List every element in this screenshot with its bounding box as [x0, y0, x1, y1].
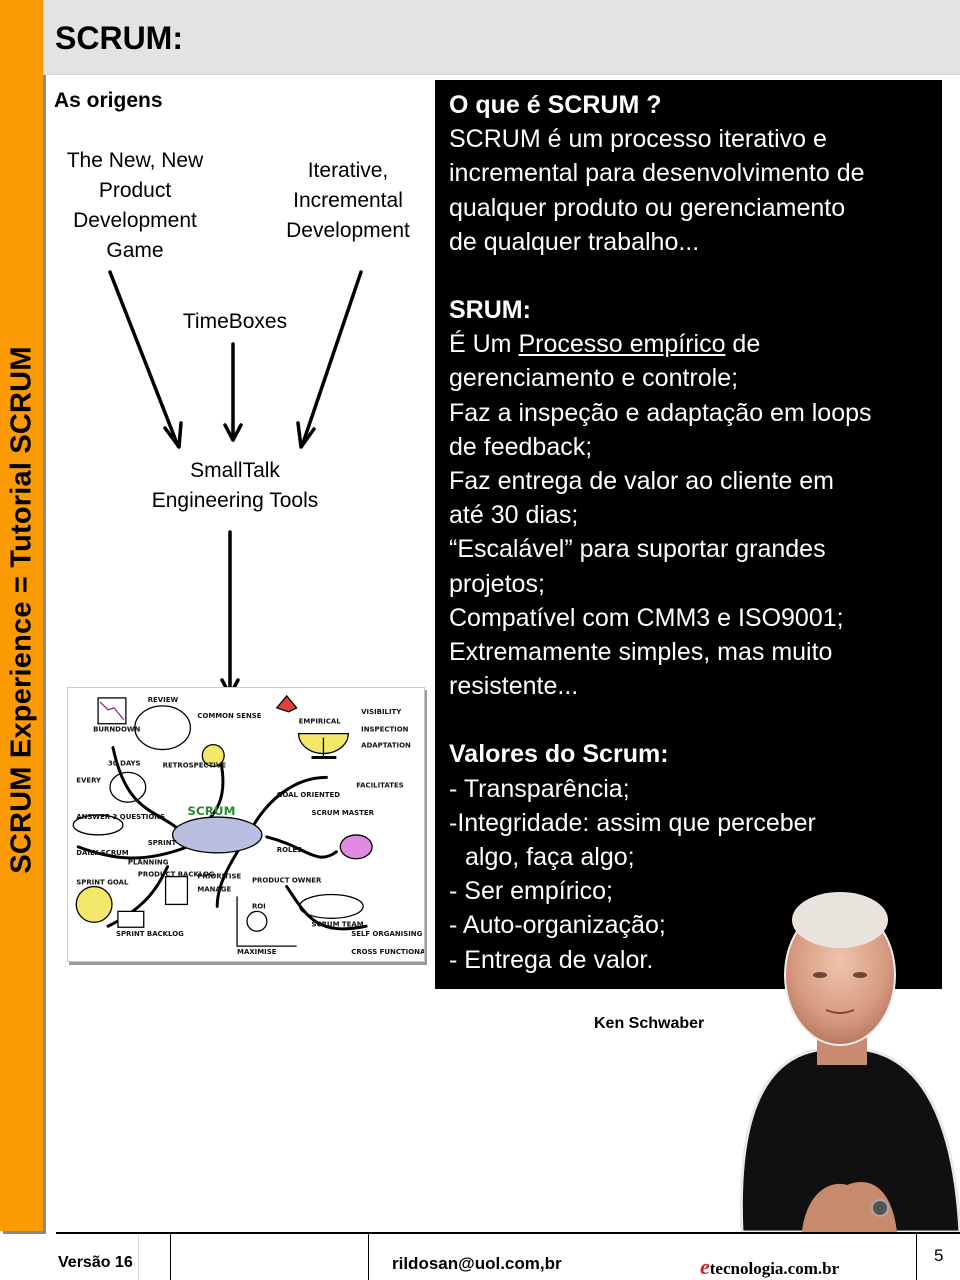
sketch-label: 30 DAYS	[108, 759, 141, 767]
sketch-label: VISIBILITY	[361, 708, 402, 716]
srum-line: até 30 dias;	[449, 501, 579, 530]
arrow-down-icon	[220, 530, 240, 697]
origin-line: Engineering Tools	[151, 489, 319, 512]
sketch-label: ROI	[252, 902, 266, 910]
mindmap-drawing: BURNDOWN REVIEW COMMON SENSE EMPIRICAL V…	[72, 694, 424, 956]
footer-separator	[170, 1234, 171, 1280]
sketch-label: MAXIMISE	[237, 948, 277, 956]
origin-line: Development	[73, 209, 197, 232]
srum-heading: SRUM:	[449, 296, 531, 325]
arrow-down-icon	[296, 270, 363, 449]
brand-e-icon: e	[700, 1254, 710, 1279]
sketch-label: SCRUM TEAM	[312, 920, 364, 928]
sketch-label: PRODUCT OWNER	[252, 877, 322, 885]
sketch-label: ANSWER 3 QUESTIONS	[76, 813, 165, 821]
sketch-label: BURNDOWN	[93, 726, 140, 734]
footer-separator	[138, 1234, 139, 1280]
srum-line: Faz entrega de valor ao cliente em	[449, 467, 834, 496]
srum-line: resistente...	[449, 672, 579, 701]
origin-line: Iterative,	[307, 159, 389, 182]
values-line: - Transparência;	[449, 774, 630, 803]
sketch-label: SPRINT BACKLOG	[116, 930, 184, 938]
brand-text: tecnologia.com.br	[709, 1259, 840, 1278]
vertical-title: SCRUM Experience = Tutorial SCRUM	[5, 346, 37, 874]
origin-line: TimeBoxes	[182, 310, 288, 333]
origin-line: Product	[98, 179, 172, 202]
sketch-label: FACILITATES	[356, 781, 403, 789]
what-is-scrum-heading: O que é SCRUM ?	[449, 91, 662, 119]
origin-timeboxes: TimeBoxes	[150, 307, 320, 337]
sketch-label: SPRINT	[148, 839, 177, 847]
side-bar: SCRUM Experience = Tutorial SCRUM	[0, 0, 43, 1231]
page-number: 5	[934, 1246, 944, 1265]
footer-separator	[916, 1234, 917, 1280]
sketch-label: EVERY	[76, 776, 102, 784]
origins-heading: As origens	[54, 89, 163, 112]
footer-divider	[56, 1232, 960, 1234]
origin-line: The New, New	[66, 149, 204, 172]
sketch-label: ROLES	[277, 846, 302, 854]
sketch-label: INSPECTION	[361, 726, 409, 734]
sketch-label: ADAPTATION	[361, 742, 411, 750]
sketch-label: MANAGE	[197, 886, 231, 894]
origin-new-product-game: The New, New Product Development Game	[50, 146, 220, 266]
ken-schwaber-photo	[739, 892, 960, 1232]
origin-line: Game	[106, 239, 164, 262]
footer-brand-logo[interactable]: etecnologia.com.br	[700, 1254, 839, 1280]
what-line: SCRUM é um processo iterativo e	[449, 125, 827, 154]
sketch-label: SCRUM MASTER	[312, 809, 375, 817]
what-line: qualquer produto ou gerenciamento	[449, 193, 846, 222]
origin-line: Development	[286, 219, 410, 242]
srum-line: projetos;	[449, 569, 545, 598]
srum-line: gerenciamento e controle;	[449, 364, 739, 393]
sketch-label: SCRUM	[187, 804, 235, 818]
what-line: incremental para desenvolvimento de	[449, 159, 865, 188]
footer-email[interactable]: rildosan@uol.com,br	[392, 1254, 562, 1274]
srum-line: “Escalável” para suportar grandes	[449, 535, 826, 564]
origin-smalltalk-tools: SmallTalk Engineering Tools	[120, 456, 350, 516]
header: SCRUM:	[43, 0, 960, 75]
srum-line: Extremamente simples, mas muito	[449, 638, 833, 667]
sketch-label: GOAL ORIENTED	[277, 791, 340, 799]
srum-line: Faz a inspeção e adaptação em loops	[449, 398, 872, 427]
origin-iterative-development: Iterative, Incremental Development	[268, 156, 428, 246]
srum-line: Compatível com CMM3 e ISO9001;	[449, 603, 844, 632]
footer-separator	[368, 1234, 369, 1280]
sketch-label: PRIORITISE	[197, 873, 241, 881]
origin-line: Incremental	[293, 189, 403, 212]
arrow-down-icon	[108, 270, 183, 449]
sketch-label: RETROSPECTIVE	[163, 761, 227, 769]
what-line: de qualquer trabalho...	[449, 227, 700, 256]
srum-prefix: É Um	[449, 330, 519, 359]
srum-suffix: de	[725, 330, 761, 359]
sketch-label: DAILY SCRUM	[76, 849, 129, 857]
srum-line: de feedback;	[449, 432, 593, 461]
scrum-info-box: O que é SCRUM ? SCRUM é um processo iter…	[435, 80, 942, 989]
arrow-down-icon	[223, 342, 243, 442]
sketch-label: SELF ORGANISING	[351, 930, 422, 938]
origin-line: SmallTalk	[190, 459, 280, 482]
values-line: -Integridade: assim que perceber	[449, 808, 816, 837]
footer-version: Versão 16	[58, 1254, 133, 1271]
sketch-label: CROSS FUNCTIONAL	[351, 948, 424, 956]
srum-line: É Um Processo empírico de	[449, 327, 928, 361]
values-line: algo, faça algo;	[465, 843, 635, 872]
scrum-mindmap-sketch: BURNDOWN REVIEW COMMON SENSE EMPIRICAL V…	[67, 687, 425, 962]
sketch-label: EMPIRICAL	[299, 718, 342, 726]
sketch-label: COMMON SENSE	[197, 712, 261, 720]
sketch-label: SPRINT GOAL	[76, 879, 129, 887]
empirical-process-link[interactable]: Processo empírico	[518, 330, 725, 358]
left-edge-divider	[43, 76, 46, 1231]
photo-caption: Ken Schwaber	[594, 1015, 705, 1032]
sketch-label: PLANNING	[128, 859, 169, 867]
sketch-label: REVIEW	[148, 696, 179, 704]
page-title: SCRUM:	[55, 20, 183, 56]
values-heading: Valores do Scrum:	[449, 740, 669, 769]
